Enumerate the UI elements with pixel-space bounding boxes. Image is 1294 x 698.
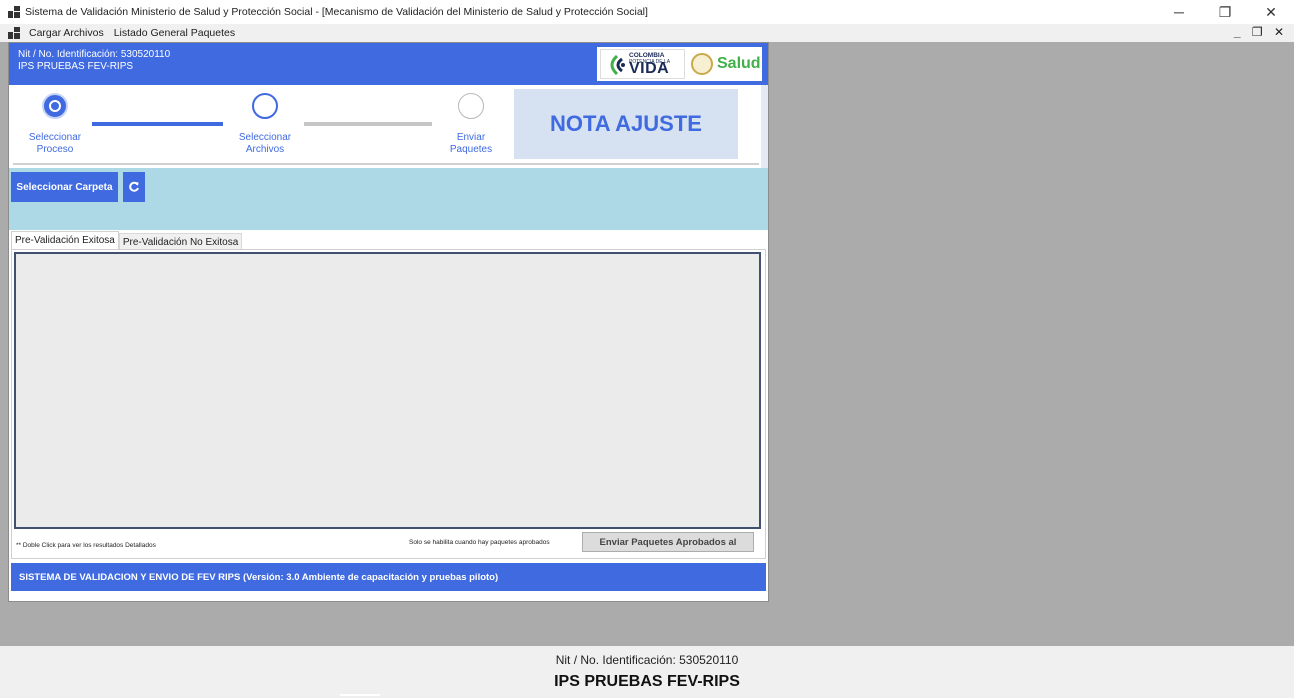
select-folder-button[interactable]: Seleccionar Carpeta [11,172,118,202]
window-title-bar: Sistema de Validación Ministerio de Salu… [0,0,1294,24]
step-connector-pending [304,122,432,126]
menu-bar: Cargar Archivos Listado General Paquetes… [0,24,1294,42]
menu-listado-general-paquetes[interactable]: Listado General Paquetes [109,27,240,39]
step-label: Seleccionar [238,132,292,143]
menu-cargar-archivos[interactable]: Cargar Archivos [24,27,109,39]
status-indicator [340,694,380,696]
tab-prevalidacion-no-exitosa[interactable]: Pre-Validación No Exitosa [118,233,243,250]
send-approved-packages-button[interactable]: Enviar Paquetes Aprobados al [582,532,754,552]
step-seleccionar-proceso[interactable]: Seleccionar Proceso [15,132,95,156]
tab-prevalidacion-exitosa[interactable]: Pre-Validación Exitosa [11,231,119,250]
divider [13,163,759,165]
step-done-check-icon [42,93,68,119]
action-toolbar: Seleccionar Carpeta [9,168,768,230]
status-ips: IPS PRUEBAS FEV-RIPS [554,673,740,690]
restore-button[interactable]: ❐ [1202,0,1248,24]
status-bar: Nit / No. Identificación: 530520110 IPS … [0,646,1294,698]
step-enviar-paquetes[interactable]: Enviar Paquetes [431,132,511,156]
refresh-icon [129,181,139,192]
wave-icon [610,54,625,76]
validation-child-window: Nit / No. Identificación: 530520110 IPS … [8,42,769,602]
minimize-button[interactable]: ─ [1156,0,1202,24]
step-label: Archivos [245,144,285,155]
result-tabs: Pre-Validación Exitosa Pre-Validación No… [11,231,243,250]
mdi-window-controls[interactable]: _ ❐ ✕ [1234,25,1288,39]
colombia-vida-logo: COLOMBIA POTENCIA DE LA VIDA [600,49,685,79]
step-label: Paquetes [449,144,493,155]
app-icon [8,6,20,18]
logo: COLOMBIA POTENCIA DE LA VIDA Salud [597,47,762,81]
results-grid[interactable] [14,252,761,529]
double-click-hint: ** Doble Click para ver los resultados D… [16,542,156,549]
coat-of-arms-icon [691,53,713,75]
process-stepper: Seleccionar Proceso Seleccionar Archivos… [9,85,768,168]
header-banner: Nit / No. Identificación: 530520110 IPS … [9,43,768,85]
step-label: Proceso [36,144,74,155]
status-nit: Nit / No. Identificación: 530520110 [555,653,739,667]
window-title: Sistema de Validación Ministerio de Salu… [25,6,648,18]
scrollbar[interactable] [761,85,768,168]
mdi-app-icon [8,27,20,39]
step-label: Seleccionar [28,132,82,143]
logo-colombia: COLOMBIA [629,52,665,59]
step-active-circle-icon [252,93,278,119]
logo-vida: VIDA [629,60,670,77]
step-connector-done [92,122,223,126]
step-label: Enviar [456,132,486,143]
tab-panel: ** Doble Click para ver los resultados D… [11,249,766,559]
step-seleccionar-archivos[interactable]: Seleccionar Archivos [225,132,305,156]
close-button[interactable]: ✕ [1248,0,1294,24]
nota-ajuste-banner: NOTA AJUSTE [514,89,738,159]
step-pending-circle-icon [458,93,484,119]
logo-salud: Salud [717,55,761,72]
version-footer: SISTEMA DE VALIDACION Y ENVIO DE FEV RIP… [11,563,766,591]
send-enabled-hint: Solo se habilita cuando hay paquetes apr… [409,539,550,546]
refresh-button[interactable] [123,172,145,202]
